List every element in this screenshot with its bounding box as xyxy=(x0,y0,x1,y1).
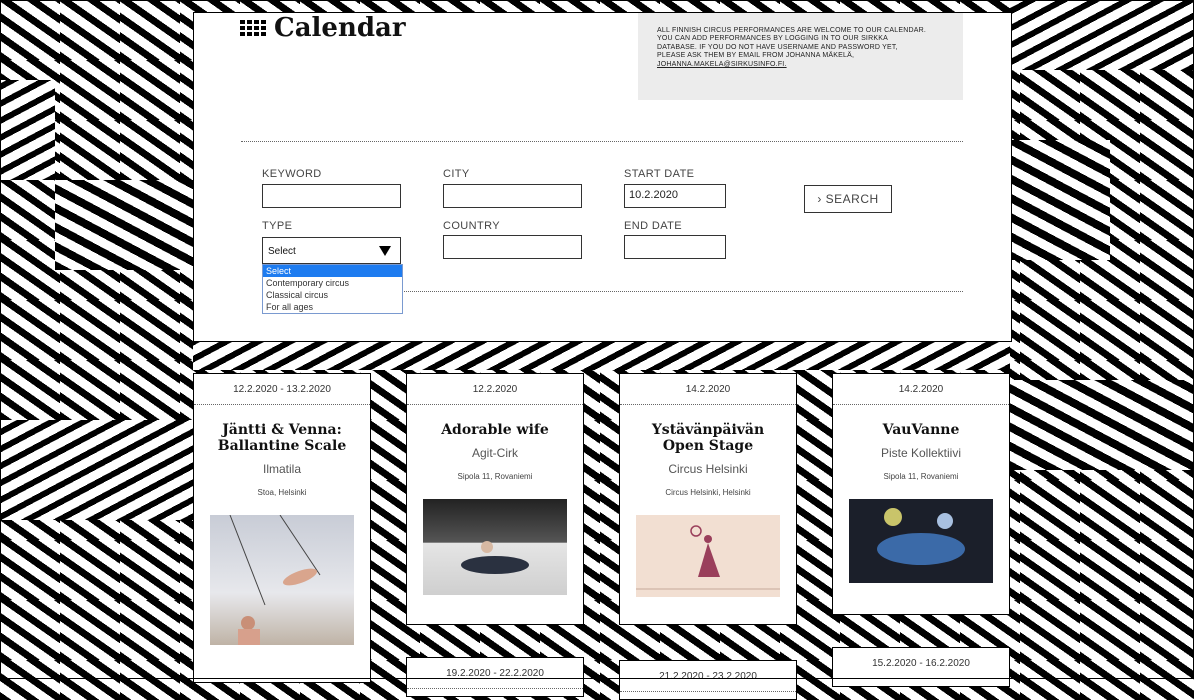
divider xyxy=(241,141,963,142)
end-date-label: END DATE xyxy=(624,220,683,232)
end-date-input[interactable] xyxy=(624,235,726,259)
event-image[interactable] xyxy=(849,499,993,583)
background-pattern xyxy=(0,420,193,520)
event-card[interactable]: 14.2.2020 VauVanne Piste Kollektiivi Sip… xyxy=(832,373,1010,615)
divider xyxy=(402,291,963,292)
event-date: 21.2.2020 - 23.2.2020 xyxy=(620,661,796,692)
event-card[interactable]: 14.2.2020 Ystävänpäivän Open Stage Circu… xyxy=(619,373,797,625)
type-label: TYPE xyxy=(262,220,293,232)
notice-line: DATABASE. IF YOU DO NOT HAVE USERNAME AN… xyxy=(657,43,898,51)
event-title[interactable]: Ystävänpäivän Open Stage xyxy=(632,422,784,454)
event-title[interactable]: VauVanne xyxy=(845,422,997,438)
notice-line: YOU CAN ADD PERFORMANCES BY LOGGING IN T… xyxy=(657,35,888,43)
city-input[interactable] xyxy=(443,184,582,208)
event-date: 15.2.2020 - 16.2.2020 xyxy=(833,648,1009,679)
event-date: 14.2.2020 xyxy=(833,374,1009,405)
page-title-text: Calendar xyxy=(274,13,406,43)
country-input[interactable] xyxy=(443,235,582,259)
background-pattern xyxy=(1010,380,1194,470)
event-organizer: Circus Helsinki xyxy=(668,462,748,476)
type-option-contemporary[interactable]: Contemporary circus xyxy=(263,277,402,289)
notice-email-link[interactable]: JOHANNA.MAKELA@SIRKUSINFO.FI. xyxy=(657,61,945,69)
event-card[interactable]: 21.2.2020 - 23.2.2020 xyxy=(619,660,797,700)
event-title[interactable]: Adorable wife xyxy=(419,422,571,438)
start-date-label: START DATE xyxy=(624,168,695,180)
background-pattern xyxy=(0,80,55,180)
event-location: Sipola 11, Rovaniemi xyxy=(457,472,533,481)
keyword-label: KEYWORD xyxy=(262,168,322,180)
type-option-classical[interactable]: Classical circus xyxy=(263,289,402,301)
event-image[interactable] xyxy=(636,515,780,597)
event-organizer: Agit-Cirk xyxy=(471,446,518,460)
city-label: CITY xyxy=(443,168,470,180)
event-location: Circus Helsinki, Helsinki xyxy=(665,488,751,497)
calendar-header-panel: Calendar ALL FINNISH CIRCUS PERFORMANCES… xyxy=(193,12,1012,342)
event-title[interactable]: Jäntti & Venna: Ballantine Scale xyxy=(206,422,358,454)
notice-line: PLEASE ASK THEM BY EMAIL FROM JOHANNA MÄ… xyxy=(657,52,855,60)
event-card[interactable]: 12.2.2020 - 13.2.2020 Jäntti & Venna: Ba… xyxy=(193,373,371,683)
event-location: Stoa, Helsinki xyxy=(257,488,307,497)
event-date: 19.2.2020 - 22.2.2020 xyxy=(407,658,583,689)
type-select-value: Select xyxy=(268,246,296,257)
keyword-input[interactable] xyxy=(262,184,401,208)
event-date: 12.2.2020 - 13.2.2020 xyxy=(194,374,370,405)
info-notice: ALL FINNISH CIRCUS PERFORMANCES ARE WELC… xyxy=(638,13,963,100)
type-select[interactable]: Select xyxy=(262,237,401,264)
event-card[interactable]: 15.2.2020 - 16.2.2020 xyxy=(832,647,1010,687)
page-title: Calendar xyxy=(240,13,406,43)
background-pattern xyxy=(1010,0,1194,70)
type-option-all-ages[interactable]: For all ages xyxy=(263,301,402,313)
start-date-input[interactable]: 10.2.2020 xyxy=(624,184,726,208)
type-options-list[interactable]: Select Contemporary circus Classical cir… xyxy=(262,264,403,314)
search-button[interactable]: › SEARCH xyxy=(804,185,892,213)
event-card[interactable]: 12.2.2020 Adorable wife Agit-Cirk Sipola… xyxy=(406,373,584,625)
type-option-select[interactable]: Select xyxy=(263,265,402,277)
dropdown-arrow-icon xyxy=(379,246,391,256)
event-location: Sipola 11, Rovaniemi xyxy=(883,472,959,481)
event-card[interactable]: 19.2.2020 - 22.2.2020 xyxy=(406,657,584,697)
event-image[interactable] xyxy=(423,499,567,595)
event-organizer: Ilmatila xyxy=(262,462,301,476)
background-pattern xyxy=(55,180,193,270)
event-image[interactable] xyxy=(210,515,354,645)
country-label: COUNTRY xyxy=(443,220,500,232)
event-date: 14.2.2020 xyxy=(620,374,796,405)
background-pattern xyxy=(1010,140,1110,260)
notice-line: ALL FINNISH CIRCUS PERFORMANCES ARE WELC… xyxy=(657,27,926,34)
event-organizer: Piste Kollektiivi xyxy=(880,446,962,460)
calendar-grid-icon xyxy=(240,20,266,36)
event-date: 12.2.2020 xyxy=(407,374,583,405)
background-pattern xyxy=(193,340,1010,370)
